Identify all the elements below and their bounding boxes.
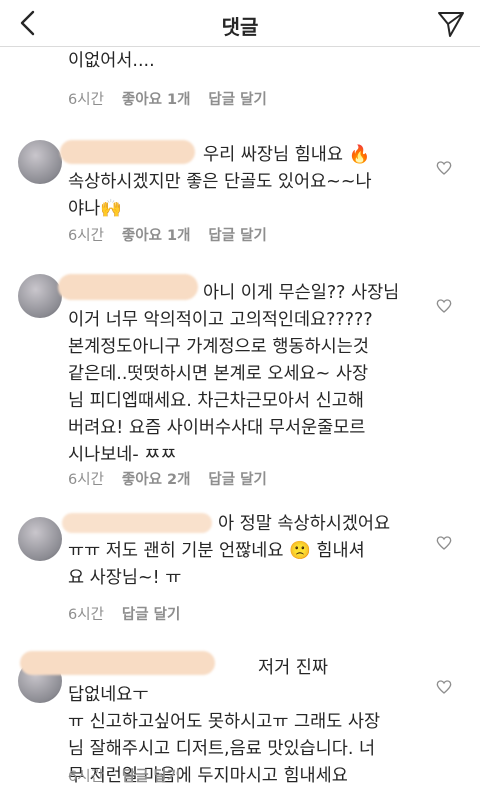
- header-bar: 댓글: [0, 0, 480, 47]
- heart-icon[interactable]: [436, 298, 452, 314]
- comment-time: 6시간: [68, 472, 104, 488]
- reply-button[interactable]: 답글 달기: [208, 224, 266, 245]
- heart-icon[interactable]: [436, 160, 452, 176]
- avatar[interactable]: [18, 517, 62, 561]
- avatar[interactable]: [18, 140, 62, 184]
- comment-body: 아 정말 속상하시겠어요 ㅠㅠ 저도 괜히 기분 언짢네요 🙁 힘내셔 요 사장…: [68, 514, 391, 588]
- comment-likes[interactable]: 좋아요 1개: [122, 224, 191, 245]
- page-title: 댓글: [221, 15, 259, 39]
- reply-button[interactable]: 답글 달기: [208, 88, 266, 109]
- comment-body: 아니 이게 무슨일?? 사장님 이거 너무 악의적이고 고의적인데요????? …: [68, 283, 400, 465]
- heart-icon[interactable]: [436, 679, 452, 695]
- reply-button[interactable]: 답글 달기: [208, 468, 266, 489]
- comment-time: 6시간: [68, 92, 104, 108]
- reply-button[interactable]: 답글 달기: [122, 765, 180, 786]
- comment-text: 우리 싸장님 힘내요 🔥 속상하시겠지만 좋은 단골도 있어요~~나 야나🙌: [68, 142, 408, 223]
- comment-time: 6시간: [68, 228, 104, 244]
- comment-meta: 6시간 좋아요 2개 답글 달기: [68, 468, 267, 489]
- comment-text: 이없어서....: [68, 51, 155, 71]
- comment-meta: 6시간 답글 달기: [68, 603, 180, 624]
- comment-body: 우리 싸장님 힘내요 🔥 속상하시겠지만 좋은 단골도 있어요~~나 야나🙌: [68, 145, 372, 219]
- comment-text: 아 정말 속상하시겠어요 ㅠㅠ 저도 괜히 기분 언짢네요 🙁 힘내셔 요 사장…: [68, 511, 408, 592]
- comment-meta: 6시간 좋아요 1개 답글 달기: [68, 224, 267, 245]
- avatar[interactable]: [18, 274, 62, 318]
- send-button[interactable]: [436, 9, 466, 39]
- comment-meta: 6시간 좋아요 1개 답글 달기: [68, 88, 267, 109]
- comment-time: 6시간: [68, 607, 104, 623]
- comment-time: 6시간: [68, 769, 104, 785]
- send-icon: [438, 12, 464, 37]
- comment-meta: 6시간 답글 달기: [68, 765, 180, 786]
- comment-likes[interactable]: 좋아요 1개: [122, 88, 191, 109]
- heart-icon[interactable]: [436, 535, 452, 551]
- reply-button[interactable]: 답글 달기: [122, 603, 180, 624]
- comment-likes[interactable]: 좋아요 2개: [122, 468, 191, 489]
- comment-text: 아니 이게 무슨일?? 사장님 이거 너무 악의적이고 고의적인데요????? …: [68, 280, 408, 469]
